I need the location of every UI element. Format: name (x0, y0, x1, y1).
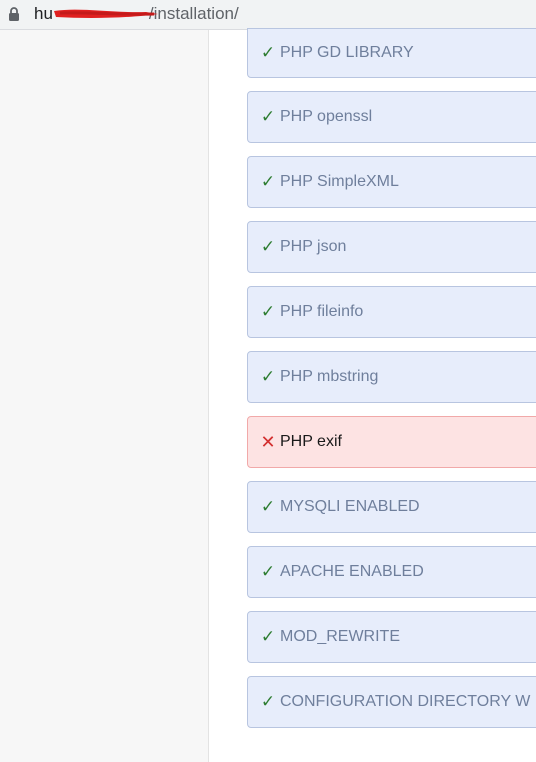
check-item-mod-rewrite: ✓ MOD_REWRITE (247, 611, 536, 663)
check-item-php-json: ✓ PHP json (247, 221, 536, 273)
check-mark-icon: ✓ (260, 627, 276, 646)
main-content: ✓ PHP GD LIBRARY ✓ PHP openssl ✓ PHP Sim… (209, 28, 536, 762)
check-mark-icon: ✓ (260, 107, 276, 126)
check-item-php-openssl: ✓ PHP openssl (247, 91, 536, 143)
check-mark-icon: ✓ (260, 302, 276, 321)
requirements-check-list: ✓ PHP GD LIBRARY ✓ PHP openssl ✓ PHP Sim… (247, 28, 536, 741)
check-mark-icon: ✓ (260, 692, 276, 711)
address-bar[interactable]: hu/installation/ (0, 0, 536, 30)
url-path: /installation/ (148, 4, 239, 23)
check-item-php-fileinfo: ✓ PHP fileinfo (247, 286, 536, 338)
check-item-configuration-directory: ✓ CONFIGURATION DIRECTORY W (247, 676, 536, 728)
check-item-label: PHP fileinfo (280, 303, 364, 320)
check-item-label: PHP mbstring (280, 368, 379, 385)
check-item-label: PHP json (280, 238, 347, 255)
check-item-label: APACHE ENABLED (280, 563, 424, 580)
check-item-label: MOD_REWRITE (280, 628, 400, 645)
cross-mark-icon: ✕ (260, 431, 276, 452)
check-item-php-mbstring: ✓ PHP mbstring (247, 351, 536, 403)
check-item-label: MYSQLI ENABLED (280, 498, 420, 515)
check-item-php-exif: ✕ PHP exif (247, 416, 536, 468)
left-sidebar-panel (0, 30, 209, 762)
check-item-label: PHP GD LIBRARY (280, 44, 414, 61)
check-mark-icon: ✓ (260, 562, 276, 581)
check-mark-icon: ✓ (260, 172, 276, 191)
check-item-php-simplexml: ✓ PHP SimpleXML (247, 156, 536, 208)
lock-icon[interactable] (8, 7, 20, 21)
check-mark-icon: ✓ (260, 237, 276, 256)
check-mark-icon: ✓ (260, 43, 276, 62)
check-item-label: PHP exif (280, 433, 342, 450)
check-item-label: PHP SimpleXML (280, 173, 399, 190)
check-mark-icon: ✓ (260, 367, 276, 386)
check-item-label: PHP openssl (280, 108, 373, 125)
check-item-php-gd-library: ✓ PHP GD LIBRARY (247, 28, 536, 78)
check-item-mysqli-enabled: ✓ MYSQLI ENABLED (247, 481, 536, 533)
redaction-scribble (54, 9, 158, 18)
check-item-apache-enabled: ✓ APACHE ENABLED (247, 546, 536, 598)
check-item-label: CONFIGURATION DIRECTORY W (280, 693, 531, 710)
check-mark-icon: ✓ (260, 497, 276, 516)
